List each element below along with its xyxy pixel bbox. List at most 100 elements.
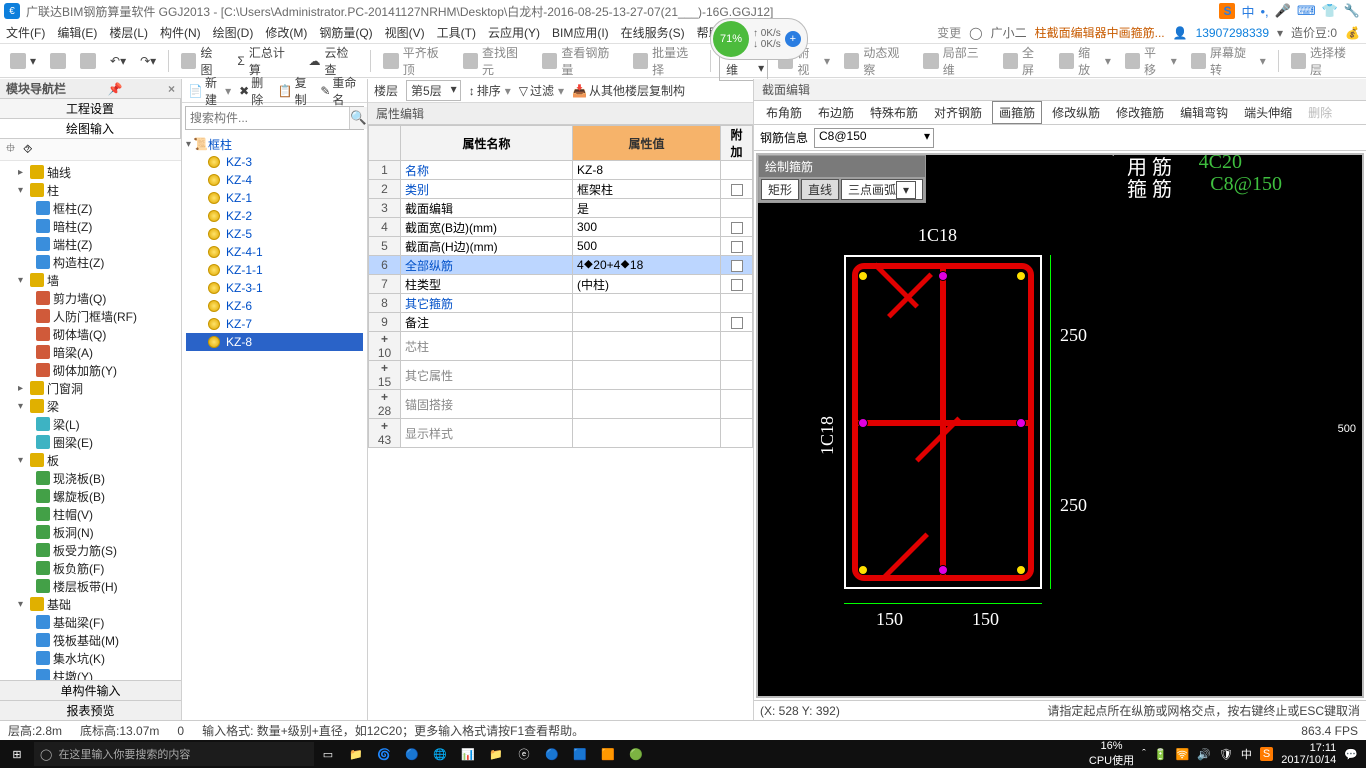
zoom-button[interactable]: 缩放▾ (1055, 42, 1115, 80)
coin-icon[interactable]: 💰 (1345, 26, 1360, 40)
nav-expand-icon[interactable]: ⯐ (6, 139, 15, 160)
section-tab[interactable]: 删除 (1302, 102, 1338, 123)
nav-bottom-report[interactable]: 报表预览 (0, 700, 181, 720)
ime-toolbar[interactable]: S 中 •, 🎤 ⌨ 👕 🔧 (1215, 0, 1364, 22)
nav-found-sump[interactable]: 集水坑(K) (53, 650, 105, 667)
prop-row[interactable]: 4截面宽(B边)(mm)300 (369, 218, 753, 237)
nav-bottom-single[interactable]: 单构件输入 (0, 680, 181, 700)
nav-found-beam[interactable]: 基础梁(F) (53, 614, 104, 631)
windows-taskbar[interactable]: ⊞ ◯ 在这里输入你要搜索的内容 ▭ 📁 🌀 🔵 🌐 📊 📁 ⓔ 🔵 🟦 🟧 🟢… (0, 740, 1366, 768)
ime-mic-icon[interactable]: 🎤 (1275, 3, 1291, 19)
nav-beam-main[interactable]: 梁(L) (53, 416, 80, 433)
nav-collapse-icon[interactable]: ⯑ (23, 142, 32, 157)
nav-slab-cast[interactable]: 现浇板(B) (53, 470, 105, 487)
fullscreen-button[interactable]: 全屏 (999, 42, 1049, 80)
speed-expand-icon[interactable]: + (785, 31, 801, 47)
section-tab[interactable]: 修改纵筋 (1046, 102, 1106, 123)
prop-checkbox[interactable] (731, 279, 743, 291)
nav-beam[interactable]: 梁 (47, 398, 59, 415)
sort-button[interactable]: ↕排序 (469, 82, 511, 99)
prop-row-collapsed[interactable]: + 10芯柱 (369, 332, 753, 361)
nav-wall-shear[interactable]: 剪力墙(Q) (53, 290, 106, 307)
kz-item[interactable]: KZ-4-1 (186, 243, 363, 261)
flat-roof-button[interactable]: 平齐板顶 (379, 42, 452, 80)
view-rebar-button[interactable]: 查看钢筋量 (538, 42, 623, 80)
prop-checkbox[interactable] (731, 317, 743, 329)
ime-keyboard-icon[interactable]: ⌨ (1297, 3, 1316, 19)
tb-app-7[interactable]: ⓔ (510, 746, 538, 762)
tb-app-3[interactable]: 🔵 (398, 748, 426, 761)
filter-button[interactable]: ▽过滤 (519, 82, 564, 99)
kz-item[interactable]: KZ-6 (186, 297, 363, 315)
nav-beam-ring[interactable]: 圈梁(E) (53, 434, 93, 451)
menu-component[interactable]: 构件(N) (160, 24, 201, 41)
rebar-info-combo[interactable]: C8@150 (814, 128, 934, 148)
nav-col-frame[interactable]: 框柱(Z) (53, 200, 92, 217)
kz-item[interactable]: KZ-3-1 (186, 279, 363, 297)
action-new[interactable]: 📄新建 (188, 74, 231, 108)
nav-slab-force[interactable]: 板受力筋(S) (53, 542, 117, 559)
menu-online[interactable]: 在线服务(S) (621, 24, 685, 41)
select-floor-button[interactable]: 选择楼层 (1287, 42, 1360, 80)
prop-row[interactable]: 8其它箍筋 (369, 294, 753, 313)
section-tab[interactable]: 端头伸缩 (1238, 102, 1298, 123)
prop-row[interactable]: 5截面高(H边)(mm)500 (369, 237, 753, 256)
tray-volume-icon[interactable]: 🔊 (1197, 748, 1211, 761)
cortana-search[interactable]: ◯ 在这里输入你要搜索的内容 (34, 742, 314, 766)
nav-column[interactable]: 柱 (47, 182, 59, 199)
local3d-button[interactable]: 局部三维 (919, 42, 992, 80)
menu-bim[interactable]: BIM应用(I) (552, 24, 609, 41)
prop-checkbox[interactable] (731, 241, 743, 253)
nav-tree[interactable]: 轴线 柱 框柱(Z) 暗柱(Z) 端柱(Z) 构造柱(Z) 墙 剪力墙(Q) 人… (0, 161, 181, 680)
prop-table[interactable]: 属性名称 属性值 附加 1名称KZ-82类别框架柱3截面编辑是4截面宽(B边)(… (368, 125, 753, 720)
ime-tool-icon[interactable]: 🔧 (1344, 3, 1360, 19)
nav-wall-masonry[interactable]: 砌体墙(Q) (53, 326, 106, 343)
user-id[interactable]: 13907298339 (1196, 26, 1269, 40)
nav-wall-shelter[interactable]: 人防门框墙(RF) (53, 308, 137, 325)
menu-cloud[interactable]: 云应用(Y) (488, 24, 540, 41)
action-delete[interactable]: ✖删除 (239, 74, 270, 108)
menu-tools[interactable]: 工具(T) (437, 24, 476, 41)
menu-edit[interactable]: 编辑(E) (57, 24, 97, 41)
batch-sel-button[interactable]: 批量选择 (629, 42, 702, 80)
network-speed-widget[interactable]: 71% ↑ 0K/s ↓ 0K/s + (710, 18, 808, 60)
menu-user-small[interactable]: 广小二 (991, 24, 1027, 41)
search-button[interactable]: 🔍 (349, 107, 367, 129)
pin-icon[interactable]: 📌 (108, 82, 123, 96)
tb-app-11[interactable]: 🟢 (622, 748, 650, 761)
draw-mode-button[interactable]: 直线 (801, 179, 839, 200)
kz-tree[interactable]: 📜框柱 KZ-3KZ-4KZ-1KZ-2KZ-5KZ-4-1KZ-1-1KZ-3… (182, 133, 367, 720)
nav-wall-masonry-rebar[interactable]: 砌体加筋(Y) (53, 362, 117, 379)
open-button[interactable] (46, 51, 70, 71)
nav-slab-hole[interactable]: 板洞(N) (53, 524, 94, 541)
kz-item[interactable]: KZ-4 (186, 171, 363, 189)
kz-item[interactable]: KZ-5 (186, 225, 363, 243)
nav-col-hidden[interactable]: 暗柱(Z) (53, 218, 92, 235)
tray-battery-icon[interactable]: 🔋 (1154, 748, 1168, 761)
prop-row[interactable]: 6全部纵筋4⯁20+4⯁18 (369, 256, 753, 275)
pan-button[interactable]: 平移▾ (1121, 42, 1181, 80)
menu-view[interactable]: 视图(V) (385, 24, 425, 41)
menu-modify[interactable]: 修改(M) (265, 24, 307, 41)
prop-row-collapsed[interactable]: + 28锚固搭接 (369, 390, 753, 419)
action-rename[interactable]: ✎重命名 (320, 74, 361, 108)
nav-slab-neg[interactable]: 板负筋(F) (53, 560, 104, 577)
prop-checkbox[interactable] (731, 184, 743, 196)
dyn-view-button[interactable]: 动态观察 (840, 42, 913, 80)
prop-row-collapsed[interactable]: + 15其它属性 (369, 361, 753, 390)
start-button[interactable]: ⊞ (0, 748, 34, 761)
copy-from-floor-button[interactable]: 📥从其他楼层复制构 (572, 82, 685, 99)
tray-network-icon[interactable]: 🛜 (1176, 748, 1190, 761)
tray-ime-cn[interactable]: 中 (1241, 746, 1252, 762)
section-tab[interactable]: 画箍筋 (992, 101, 1042, 124)
screen-rotate-button[interactable]: 屏幕旋转▾ (1187, 42, 1270, 80)
menu-rebarqty[interactable]: 钢筋量(Q) (319, 24, 372, 41)
draw-mode-button[interactable]: 三点画弧▾ (841, 179, 923, 200)
prop-row[interactable]: 2类别框架柱 (369, 180, 753, 199)
nav-tab-settings[interactable]: 工程设置 (0, 99, 181, 118)
kz-item[interactable]: KZ-8 (186, 333, 363, 351)
tb-app-9[interactable]: 🟦 (566, 748, 594, 761)
kz-item[interactable]: KZ-2 (186, 207, 363, 225)
prop-row-collapsed[interactable]: + 43显示样式 (369, 419, 753, 448)
find-img-button[interactable]: 查找图元 (459, 42, 532, 80)
